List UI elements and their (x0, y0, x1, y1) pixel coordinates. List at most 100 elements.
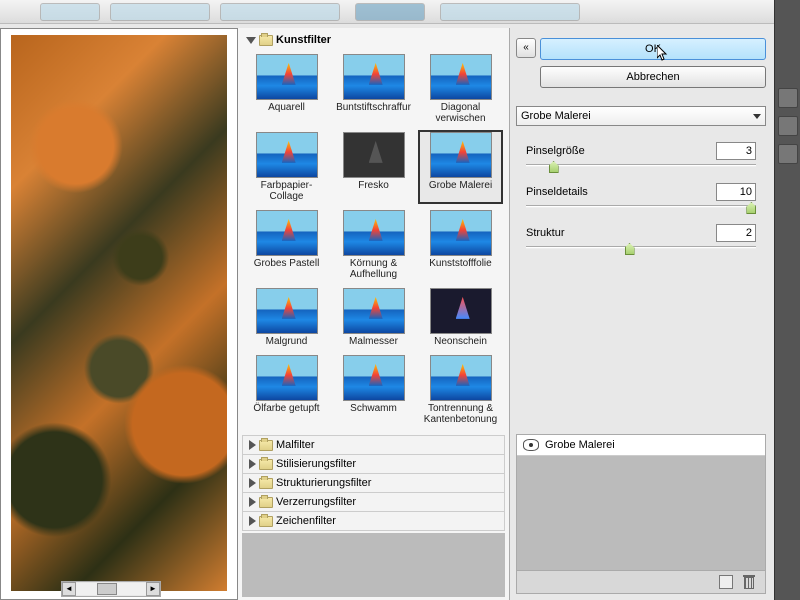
param-input-struktur[interactable] (716, 224, 756, 242)
filter-item-malmesser[interactable]: Malmesser (331, 286, 416, 349)
visibility-icon[interactable] (523, 439, 539, 451)
param-slider-pinseldetails[interactable] (526, 205, 756, 208)
filter-item-fresko[interactable]: Fresko (331, 130, 416, 204)
filter-item-grobe-malerei[interactable]: Grobe Malerei (418, 130, 503, 204)
filter-label: Körnung & Aufhellung (333, 258, 414, 280)
param-label: Pinseldetails (526, 186, 716, 198)
cancel-button-label: Abbrechen (626, 71, 679, 83)
filter-label: Diagonal verwischen (420, 102, 501, 124)
filter-thumbnail (256, 210, 318, 256)
filter-item--lfarbe-getupft[interactable]: Ölfarbe getupft (244, 353, 329, 427)
param-row-struktur: Struktur (516, 224, 766, 242)
filter-label: Malgrund (246, 336, 327, 347)
category-stilisierungsfilter[interactable]: Stilisierungsfilter (242, 454, 505, 473)
filter-gallery-panel: Kunstfilter Aquarell Buntstiftschraffur Di… (238, 28, 510, 600)
scroll-left-icon[interactable]: ◄ (62, 582, 76, 596)
filter-thumbnail (343, 355, 405, 401)
effect-layer-label: Grobe Malerei (545, 439, 615, 451)
preview-image[interactable] (11, 35, 227, 591)
expand-icon (249, 440, 256, 450)
filter-label: Fresko (333, 180, 414, 191)
filter-item-malgrund[interactable]: Malgrund (244, 286, 329, 349)
expand-icon (249, 459, 256, 469)
category-kunstfilter[interactable]: Kunstfilter (242, 32, 505, 48)
category-label: Kunstfilter (276, 34, 331, 46)
filter-controls-panel: « OK Abbrechen Grobe Malerei Pinselgröße… (510, 28, 774, 600)
filter-thumbnail (256, 54, 318, 100)
effect-layer-row[interactable]: Grobe Malerei (517, 435, 765, 456)
filter-item-diagonal-verwischen[interactable]: Diagonal verwischen (418, 52, 503, 126)
filter-label: Farbpapier-Collage (246, 180, 327, 202)
filter-thumbnail (430, 210, 492, 256)
filter-item-kunststofffolie[interactable]: Kunststofffolie (418, 208, 503, 282)
folder-icon (259, 440, 273, 451)
dropdown-value: Grobe Malerei (521, 110, 591, 122)
category-zeichenfilter[interactable]: Zeichenfilter (242, 511, 505, 531)
filter-item-grobes-pastell[interactable]: Grobes Pastell (244, 208, 329, 282)
applied-effects-panel: Grobe Malerei (516, 434, 766, 594)
filter-thumbnail (343, 54, 405, 100)
param-label: Struktur (526, 227, 716, 239)
filter-thumbnail (343, 210, 405, 256)
delete-effect-layer-icon[interactable] (743, 575, 755, 589)
category-verzerrungsfilter[interactable]: Verzerrungsfilter (242, 492, 505, 511)
filter-preview-pane: ◄ ► (0, 28, 238, 600)
folder-icon (259, 497, 273, 508)
new-effect-layer-icon[interactable] (719, 575, 733, 589)
param-slider-struktur[interactable] (526, 246, 756, 249)
slider-handle[interactable] (625, 243, 635, 255)
param-input-pinseldetails[interactable] (716, 183, 756, 201)
folder-icon (259, 516, 273, 527)
collapse-panel-button[interactable]: « (516, 38, 536, 58)
filter-item-schwamm[interactable]: Schwamm (331, 353, 416, 427)
expand-icon (249, 497, 256, 507)
slider-handle[interactable] (746, 202, 756, 214)
filter-thumbnail (343, 132, 405, 178)
filter-thumbnail (430, 54, 492, 100)
filter-label: Schwamm (333, 403, 414, 414)
filter-select-dropdown[interactable]: Grobe Malerei (516, 106, 766, 126)
folder-icon (259, 459, 273, 470)
gallery-empty-area (242, 533, 505, 597)
expand-icon (249, 478, 256, 488)
param-row-pinseldetails: Pinseldetails (516, 183, 766, 201)
filter-item-tontrennung-kantenbetonung[interactable]: Tontrennung & Kantenbetonung (418, 353, 503, 427)
param-slider-pinselgröße[interactable] (526, 164, 756, 167)
expand-icon (246, 37, 256, 44)
filter-thumbnail (256, 132, 318, 178)
preview-scrollbar[interactable]: ◄ ► (61, 581, 161, 597)
slider-handle[interactable] (549, 161, 559, 173)
filter-thumbnail (343, 288, 405, 334)
category-strukturierungsfilter[interactable]: Strukturierungsfilter (242, 473, 505, 492)
category-malfilter[interactable]: Malfilter (242, 435, 505, 454)
filter-item-buntstiftschraffur[interactable]: Buntstiftschraffur (331, 52, 416, 126)
filter-thumbnail (256, 355, 318, 401)
filter-label: Buntstiftschraffur (333, 102, 414, 113)
filter-item-aquarell[interactable]: Aquarell (244, 52, 329, 126)
filter-label: Kunststofffolie (420, 258, 501, 269)
filter-label: Aquarell (246, 102, 327, 113)
browser-tab-strip (0, 0, 774, 24)
category-label: Zeichenfilter (276, 515, 336, 527)
filter-label: Grobes Pastell (246, 258, 327, 269)
scroll-right-icon[interactable]: ► (146, 582, 160, 596)
color-panel-icon[interactable] (778, 116, 798, 136)
layers-panel-icon[interactable] (778, 88, 798, 108)
cancel-button[interactable]: Abbrechen (540, 66, 766, 88)
crop-panel-icon[interactable] (778, 144, 798, 164)
param-row-pinselgröße: Pinselgröße (516, 142, 766, 160)
ok-button[interactable]: OK (540, 38, 766, 60)
filter-thumbnail (430, 288, 492, 334)
filter-label: Malmesser (333, 336, 414, 347)
filter-label: Neonschein (420, 336, 501, 347)
app-right-toolbar (774, 0, 800, 600)
filter-item-farbpapier-collage[interactable]: Farbpapier-Collage (244, 130, 329, 204)
filter-item-k-rnung-aufhellung[interactable]: Körnung & Aufhellung (331, 208, 416, 282)
category-label: Verzerrungsfilter (276, 496, 356, 508)
chevron-down-icon (753, 114, 761, 119)
filter-item-neonschein[interactable]: Neonschein (418, 286, 503, 349)
category-label: Strukturierungsfilter (276, 477, 371, 489)
filter-thumbnail (430, 355, 492, 401)
param-input-pinselgröße[interactable] (716, 142, 756, 160)
category-label: Stilisierungsfilter (276, 458, 356, 470)
